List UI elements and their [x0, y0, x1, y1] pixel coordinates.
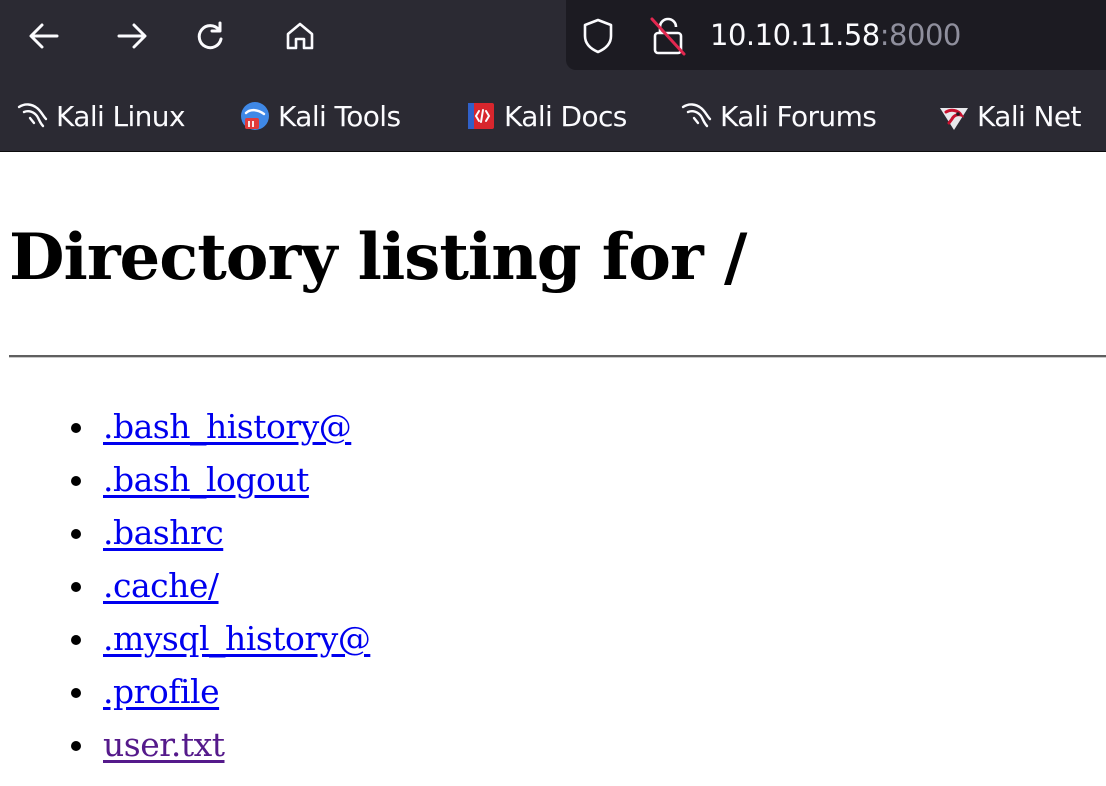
- horizontal-rule: [9, 355, 1106, 358]
- bookmark-label: Kali Forums: [720, 99, 877, 133]
- list-item: .profile: [0, 665, 370, 718]
- back-arrow-icon: [29, 23, 59, 49]
- url-host: 10.10.11.58: [710, 18, 880, 52]
- kali-dragon-icon: [16, 99, 50, 133]
- back-button[interactable]: [20, 12, 68, 60]
- bookmark-kali-linux[interactable]: Kali Linux: [16, 95, 186, 137]
- url-text[interactable]: 10.10.11.58:8000: [710, 12, 961, 58]
- home-button[interactable]: [276, 12, 324, 60]
- list-item: .bash_history@: [0, 400, 370, 453]
- list-item: user.txt: [0, 718, 370, 771]
- file-link-bash-logout[interactable]: .bash_logout: [103, 460, 309, 499]
- list-item: .bashrc: [0, 506, 370, 559]
- file-link-mysql-history[interactable]: .mysql_history@: [103, 619, 371, 658]
- tracking-protection-shield-icon[interactable]: [580, 17, 616, 60]
- bookmarks-toolbar: Kali Linux Kali Tools Kali Docs Kali For…: [0, 79, 1106, 152]
- kali-dragon-icon: [680, 99, 714, 133]
- insecure-connection-lock-icon[interactable]: [648, 15, 688, 62]
- bookmark-label: Kali Docs: [504, 99, 627, 133]
- page-content: Directory listing for / .bash_history@ .…: [0, 152, 1106, 786]
- list-item: .bash_logout: [0, 453, 370, 506]
- page-title: Directory listing for /: [9, 220, 747, 295]
- kali-nethunter-icon: [937, 99, 971, 133]
- url-port: :8000: [879, 18, 962, 52]
- reload-icon: [197, 21, 223, 50]
- file-link-user-txt[interactable]: user.txt: [103, 725, 225, 764]
- file-link-bashrc[interactable]: .bashrc: [103, 513, 224, 552]
- reload-button[interactable]: [186, 12, 234, 60]
- bookmark-label: Kali Net: [977, 99, 1081, 133]
- folder-link-cache[interactable]: .cache/: [103, 566, 219, 605]
- home-icon: [286, 22, 314, 50]
- forward-button[interactable]: [108, 12, 156, 60]
- bookmark-kali-nethunter[interactable]: Kali Net: [937, 95, 1081, 137]
- directory-listing: .bash_history@ .bash_logout .bashrc .cac…: [0, 400, 371, 771]
- bookmark-kali-tools[interactable]: Kali Tools: [238, 95, 401, 137]
- forward-arrow-icon: [117, 23, 147, 49]
- navigation-toolbar: 10.10.11.58:8000: [0, 0, 1106, 79]
- file-link-profile[interactable]: .profile: [103, 672, 220, 711]
- list-item: .cache/: [0, 559, 370, 612]
- kali-docs-icon: [464, 99, 498, 133]
- file-link-bash-history[interactable]: .bash_history@: [103, 407, 352, 446]
- bookmark-kali-docs[interactable]: Kali Docs: [464, 95, 627, 137]
- kali-tools-icon: [238, 99, 272, 133]
- bookmark-label: Kali Tools: [278, 99, 401, 133]
- list-item: .mysql_history@: [0, 612, 371, 665]
- bookmark-label: Kali Linux: [56, 99, 186, 133]
- bookmark-kali-forums[interactable]: Kali Forums: [680, 95, 877, 137]
